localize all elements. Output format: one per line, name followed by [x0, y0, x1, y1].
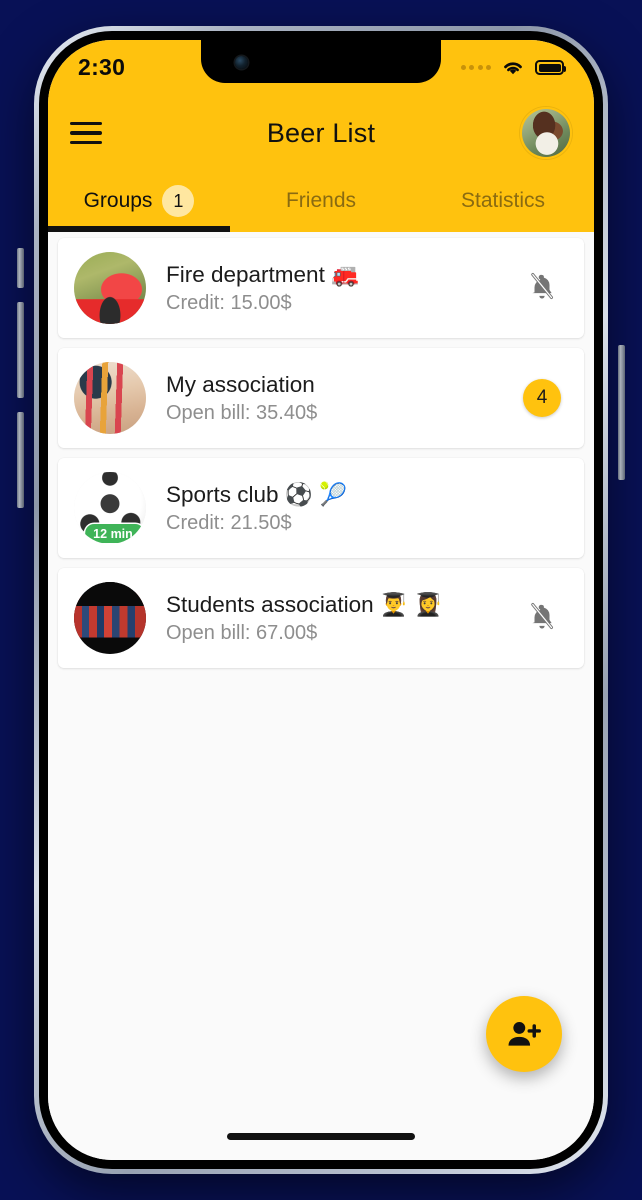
add-person-icon — [508, 1021, 541, 1046]
list-item-text: Students association 👨‍🎓 👩‍🎓 Open bill: … — [146, 591, 520, 645]
list-item-title: Students association 👨‍🎓 👩‍🎓 — [166, 591, 443, 617]
list-item-text: Fire department 🚒 Credit: 15.00$ — [146, 261, 520, 315]
list-item[interactable]: Students association 👨‍🎓 👩‍🎓 Open bill: … — [58, 568, 584, 668]
tab-statistics-label: Statistics — [460, 189, 546, 212]
app-bar: Beer List — [48, 96, 594, 170]
cellular-dots-icon — [460, 65, 491, 70]
fire-truck-avatar — [74, 252, 146, 324]
tab-groups-label: Groups — [83, 189, 153, 212]
tab-groups-badge: 1 — [162, 185, 195, 217]
bell-off-icon[interactable] — [527, 601, 557, 635]
list-item-title: Fire department 🚒 — [166, 261, 360, 287]
page-title: Beer List — [266, 117, 376, 148]
list-item-subtitle: Credit: 21.50$ — [166, 512, 292, 535]
list-item-trailing[interactable] — [520, 271, 564, 305]
hamburger-menu-icon[interactable] — [70, 122, 102, 144]
phone-frame: 2:30 Beer List Groups 1 Friends Statisti… — [34, 26, 608, 1174]
list-item-subtitle: Open bill: 67.00$ — [166, 622, 318, 645]
fire-truck-avatar-image — [74, 252, 146, 324]
drinks-cheers-avatar — [74, 362, 146, 434]
phone-bezel: 2:30 Beer List Groups 1 Friends Statisti… — [39, 31, 603, 1169]
tab-bar: Groups 1 Friends Statistics — [48, 170, 594, 232]
list-item-title: My association — [166, 371, 315, 397]
wifi-icon — [504, 62, 522, 75]
home-indicator — [227, 1133, 415, 1140]
tab-friends-label: Friends — [285, 189, 357, 212]
phone-power-button[interactable] — [618, 345, 625, 480]
list-item-text: My association Open bill: 35.40$ — [146, 371, 520, 425]
tab-groups[interactable]: Groups 1 — [48, 170, 230, 232]
time-chip: 12 min. — [85, 524, 145, 543]
list-item[interactable]: 12 min. Sports club ⚽ 🎾 Credit: 21.50$ — [58, 458, 584, 558]
phone-screen: 2:30 Beer List Groups 1 Friends Statisti… — [48, 40, 594, 1160]
battery-full-icon — [535, 60, 566, 75]
status-clock: 2:30 — [78, 54, 126, 80]
list-item[interactable]: Fire department 🚒 Credit: 15.00$ — [58, 238, 584, 338]
tab-statistics[interactable]: Statistics — [412, 170, 594, 232]
list-item-subtitle: Credit: 15.00$ — [166, 292, 292, 315]
list-item-text: Sports club ⚽ 🎾 Credit: 21.50$ — [146, 481, 520, 535]
soccer-ball-avatar: 12 min. — [74, 472, 146, 544]
list-item[interactable]: My association Open bill: 35.40$ 4 — [58, 348, 584, 448]
phone-volume-up-button[interactable] — [17, 302, 24, 398]
phone-volume-down-button[interactable] — [17, 412, 24, 508]
list-item-trailing[interactable] — [520, 601, 564, 635]
bell-off-icon[interactable] — [527, 271, 557, 305]
phone-mute-switch[interactable] — [17, 248, 24, 288]
device-stage: 2:30 Beer List Groups 1 Friends Statisti… — [0, 0, 642, 1200]
unread-count-badge[interactable]: 4 — [523, 379, 561, 417]
notch — [201, 40, 441, 83]
profile-avatar-image — [522, 109, 570, 157]
front-camera-icon — [235, 56, 248, 69]
books-avatar — [74, 582, 146, 654]
list-item-subtitle: Open bill: 35.40$ — [166, 402, 318, 425]
drinks-cheers-avatar-image — [74, 362, 146, 434]
tab-friends[interactable]: Friends — [230, 170, 412, 232]
list-item-trailing[interactable]: 4 — [520, 379, 564, 417]
profile-avatar[interactable] — [520, 107, 572, 159]
add-group-fab[interactable] — [486, 996, 562, 1072]
books-avatar-image — [74, 582, 146, 654]
list-item-title: Sports club ⚽ 🎾 — [166, 481, 348, 507]
status-icons — [460, 54, 566, 77]
